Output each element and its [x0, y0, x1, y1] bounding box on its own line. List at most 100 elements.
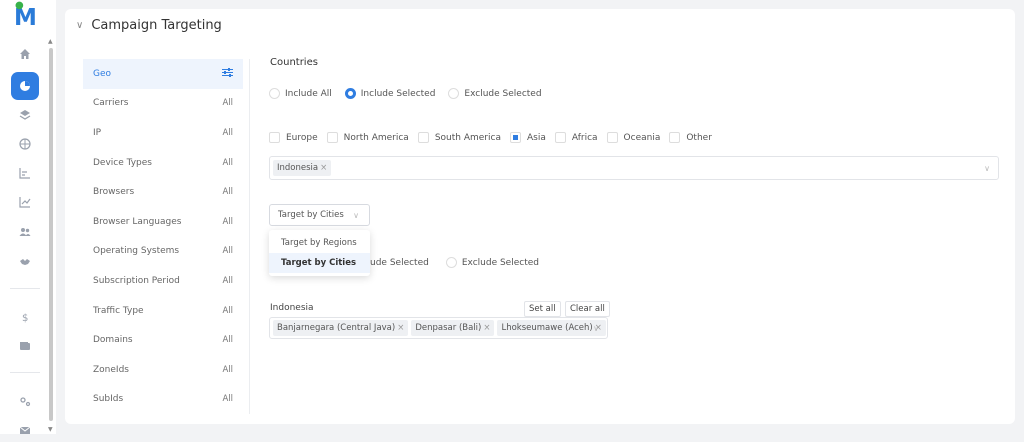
target-by-select[interactable]: Target by Cities ∨ — [269, 204, 370, 226]
dropdown-option-target-by-cities[interactable]: Target by Cities — [269, 253, 370, 273]
checkbox[interactable] — [554, 132, 566, 143]
menu-item-ip[interactable]: IP All — [83, 118, 243, 148]
menu-item-device-types[interactable]: Device Types All — [83, 148, 243, 178]
menu-item-label: ZoneIds — [93, 364, 129, 375]
wallet-icon[interactable] — [13, 334, 37, 358]
menu-item-value: All — [222, 246, 233, 257]
clear-all-button[interactable]: Clear all — [565, 301, 610, 317]
menu-item-operating-systems[interactable]: Operating Systems All — [83, 237, 243, 267]
selected-tag: Denpasar (Bali) × — [411, 320, 495, 336]
radio-label: Exclude Selected — [461, 257, 539, 268]
selected-tag: Lhokseumawe (Aceh) × — [497, 320, 606, 336]
checkbox-asia[interactable]: Asia — [509, 132, 546, 143]
country-multiselect[interactable]: Indonesia × ∨ — [269, 156, 999, 180]
menu-item-geo[interactable]: Geo — [83, 59, 243, 89]
chevron-down-icon[interactable]: ∨ — [984, 164, 990, 173]
panel-header[interactable]: ∨ Campaign Targeting — [76, 18, 222, 33]
users-icon[interactable] — [13, 220, 37, 244]
radio-label: Exclude Selected — [464, 88, 542, 99]
checkbox[interactable] — [509, 132, 521, 143]
radio-exclude-selected[interactable]: Exclude Selected — [445, 257, 539, 268]
checkbox-label: North America — [343, 132, 409, 143]
menu-item-browsers[interactable]: Browsers All — [83, 177, 243, 207]
checkbox-oceania[interactable]: Oceania — [606, 132, 660, 143]
close-icon[interactable]: × — [483, 323, 490, 333]
globe-icon[interactable] — [13, 132, 37, 156]
settings-icon[interactable] — [13, 389, 37, 413]
tag-label: Denpasar (Bali) — [415, 323, 482, 333]
scroll-up-arrow[interactable]: ▲ — [48, 38, 53, 45]
chevron-down-icon[interactable]: ∨ — [593, 324, 599, 333]
radio-include-selected[interactable]: Include Selected — [344, 88, 435, 99]
menu-item-label: Browsers — [93, 187, 135, 198]
radio-include-selected[interactable]: ude Selected — [370, 258, 429, 268]
radio-button[interactable] — [269, 88, 280, 99]
checkbox-label: Asia — [526, 132, 546, 143]
selected-tag: Banjarnegara (Central Java) × — [273, 320, 409, 336]
radio-button[interactable] — [445, 257, 457, 268]
checkbox[interactable] — [269, 132, 280, 143]
layers-icon[interactable] — [13, 103, 37, 127]
menu-item-subscription-period[interactable]: Subscription Period All — [83, 266, 243, 296]
menu-item-browser-languages[interactable]: Browser Languages All — [83, 207, 243, 237]
close-icon[interactable]: × — [397, 323, 404, 333]
city-country-label: Indonesia — [270, 303, 314, 313]
dollar-icon[interactable]: $ — [13, 305, 37, 329]
checkbox[interactable] — [417, 132, 429, 143]
menu-item-traffic-type[interactable]: Traffic Type All — [83, 296, 243, 326]
radio-button[interactable] — [344, 88, 356, 99]
dropdown-option-target-by-regions[interactable]: Target by Regions — [269, 233, 370, 253]
mail-icon[interactable] — [13, 418, 37, 442]
menu-item-label: Device Types — [93, 157, 153, 168]
checkbox-africa[interactable]: Africa — [554, 132, 598, 143]
selected-tag: Indonesia × — [273, 160, 332, 176]
checkbox-europe[interactable]: Europe — [269, 132, 318, 143]
radio-exclude-selected[interactable]: Exclude Selected — [448, 88, 542, 99]
radio-label: ude Selected — [370, 257, 429, 268]
menu-item-subids[interactable]: SubIds All — [83, 385, 243, 415]
scroll-down-arrow[interactable]: ▼ — [48, 426, 53, 433]
checkbox-label: Africa — [571, 132, 598, 143]
sliders-icon[interactable] — [222, 67, 233, 80]
checkbox[interactable] — [326, 132, 338, 143]
geo-content: Countries Include All Include Selected Exc… — [269, 54, 1004, 414]
menu-item-label: Browser Languages — [93, 216, 182, 227]
checkbox-label: Europe — [286, 132, 318, 143]
menu-divider — [249, 59, 250, 414]
chevron-down-icon[interactable]: ∨ — [76, 20, 83, 31]
sidebar-scrollbar[interactable] — [49, 48, 53, 421]
menu-item-label: IP — [93, 127, 102, 138]
menu-item-value: All — [222, 98, 233, 109]
region-checkboxes: Europe North America South America Asia Afri… — [269, 132, 721, 143]
checkbox-north-america[interactable]: North America — [326, 132, 409, 143]
checkbox-label: South America — [434, 132, 501, 143]
menu-item-value: All — [222, 187, 233, 198]
app-logo[interactable]: ● M — [14, 0, 37, 31]
menu-item-value: All — [222, 305, 233, 316]
handshake-icon[interactable] — [13, 250, 37, 274]
pie-chart-icon[interactable] — [11, 72, 39, 100]
checkbox-south-america[interactable]: South America — [417, 132, 501, 143]
menu-item-value: All — [222, 364, 233, 375]
menu-item-label: Operating Systems — [93, 246, 180, 257]
close-icon[interactable]: × — [320, 163, 327, 173]
target-by-dropdown: Target by Regions Target by Cities — [269, 230, 370, 276]
radio-include-all[interactable]: Include All — [269, 88, 332, 99]
set-all-button[interactable]: Set all — [524, 301, 561, 317]
radio-button[interactable] — [448, 88, 460, 99]
menu-item-label: Geo — [93, 68, 112, 79]
menu-item-label: Carriers — [93, 98, 129, 109]
menu-item-carriers[interactable]: Carriers All — [83, 89, 243, 119]
menu-item-value: All — [222, 394, 233, 405]
city-multiselect[interactable]: Banjarnegara (Central Java) × Denpasar (Ba… — [269, 317, 608, 339]
bar-list-icon[interactable] — [13, 161, 37, 185]
chevron-down-icon: ∨ — [353, 210, 359, 220]
countries-title: Countries — [270, 57, 318, 68]
line-chart-icon[interactable] — [13, 190, 37, 214]
menu-item-zoneids[interactable]: ZoneIds All — [83, 355, 243, 385]
checkbox[interactable] — [606, 132, 618, 143]
checkbox[interactable] — [669, 132, 681, 143]
checkbox-other[interactable]: Other — [669, 132, 712, 143]
menu-item-domains[interactable]: Domains All — [83, 325, 243, 355]
home-icon[interactable] — [13, 42, 37, 66]
